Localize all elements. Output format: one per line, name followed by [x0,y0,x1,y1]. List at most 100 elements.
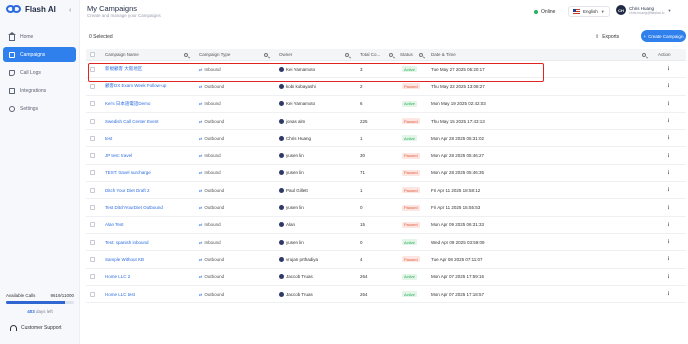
row-checkbox[interactable] [90,130,95,146]
row-actions-menu[interactable]: ⋮ [666,217,676,233]
campaign-type-label: Outbound [204,118,225,124]
row-actions-menu[interactable]: ⋮ [666,78,676,94]
column-label: Status [400,52,413,57]
row-actions-menu[interactable]: ⋮ [666,130,676,146]
owner-avatar [279,291,284,297]
row-checkbox[interactable] [90,234,95,250]
kebab-menu-icon: ⋮ [666,204,671,211]
campaign-name-link[interactable]: Kei's 日本語電話Demo [105,96,197,112]
kebab-menu-icon: ⋮ [666,152,671,159]
campaign-type-label: Inbound [204,153,221,159]
date-time: Fri Apr 11 2025 15:55:53 [431,205,481,211]
row-actions-menu[interactable]: ⋮ [666,61,676,77]
owner-avatar [279,274,284,280]
campaign-type-label: Inbound [204,239,221,245]
sidebar-item-settings[interactable]: Settings [3,101,76,116]
table-row[interactable]: Kei's 日本語電話Demo ⇄ Inbound Kei Yamamoto 6 Acti… [86,96,686,113]
brand-logo[interactable]: Flash AI [6,4,56,14]
table-row[interactable]: Sample Without KB ⇄ Outbound vrujan prthadi… [86,251,686,269]
kebab-menu-icon: ⋮ [666,256,671,263]
selected-count: 0 Selected [89,34,113,40]
campaign-name-link[interactable]: Test: spanish inbound [105,234,197,250]
campaign-name-link[interactable]: Home LLC 2 [105,269,197,285]
column-header-owner: Owner [279,49,339,60]
campaign-name-link[interactable]: TEST: travel surcharge [105,165,197,181]
table-row[interactable]: Ditch Your Diet Draft 2 ⇄ Outbound Paul Gil… [86,182,686,200]
call-direction-icon: ⇄ [199,66,203,72]
table-row[interactable]: 新規顧客 大阪地区 ⇄ Inbound Kei Yamamoto 3 Active Tue … [86,61,686,79]
sidebar-item-integrations[interactable]: Integrations [3,83,76,98]
table-row[interactable]: TEST: travel surcharge ⇄ Inbound yusen lin 7… [86,165,686,183]
status-label: Active [402,66,417,73]
table-row[interactable]: Test DitchYourDiet Outbound ⇄ Outbound yuse… [86,199,686,217]
owner-avatar [279,256,284,262]
status-label: Active [402,100,417,107]
owner-avatar [279,153,284,159]
language-select[interactable]: English ▼ [568,6,610,17]
row-checkbox[interactable] [90,78,95,94]
collapse-sidebar-icon[interactable]: ‹ [69,7,71,14]
row-checkbox[interactable] [90,147,95,163]
row-actions-menu[interactable]: ⋮ [666,234,676,250]
sidebar-item-home[interactable]: Home [3,29,76,44]
exports-button[interactable]: ⇪ Exports [595,31,619,42]
campaign-name-link[interactable]: 新規顧客 大阪地区 [105,61,197,77]
row-actions-menu[interactable]: ⋮ [666,147,676,163]
sidebar-item-call-logs[interactable]: Call Logs [3,65,76,80]
select-all-checkbox[interactable] [90,49,95,60]
row-actions-menu[interactable]: ⋮ [666,269,676,285]
create-campaign-button[interactable]: + Create Campaign [641,30,686,42]
table-row[interactable]: Home LLC 2 ⇄ Outbound Jaccob Truas 264 Active… [86,269,686,286]
owner-name: Jaccob Truas [286,274,313,280]
campaign-name-link[interactable]: test [105,130,197,146]
campaign-name-link[interactable]: 顧客DX Exam Week Follow-up [105,78,197,94]
row-actions-menu[interactable]: ⋮ [666,251,676,267]
campaign-name-link[interactable]: JP test: travel [105,147,197,163]
table-row[interactable]: Alan Test ⇄ Inbound Alan 15 Paused Mon Apr 09 … [86,217,686,234]
campaign-name-link[interactable]: Sample Without KB [105,251,197,267]
row-checkbox[interactable] [90,165,95,181]
campaign-name-link[interactable]: Alan Test [105,217,197,233]
call-direction-icon: ⇄ [199,256,203,262]
row-actions-menu[interactable]: ⋮ [666,199,676,215]
table-row[interactable]: test ⇄ Outbound Chris Huang 1 Active Mon Apr 2… [86,130,686,148]
campaign-type-label: Outbound [204,135,225,141]
status-label: Active [402,273,417,280]
sidebar-item-campaigns[interactable]: Campaigns [3,47,76,62]
table-row[interactable]: Swedish Call Center Event ⇄ Outbound jonas … [86,113,686,131]
row-checkbox[interactable] [90,286,95,302]
row-checkbox[interactable] [90,251,95,267]
row-checkbox[interactable] [90,199,95,215]
owner: Chris Huang [279,130,354,146]
row-actions-menu[interactable]: ⋮ [666,96,676,112]
row-checkbox[interactable] [90,217,95,233]
campaign-type: ⇄ Inbound [199,165,269,181]
owner: Jaccob Truas [279,286,354,302]
table-row[interactable]: Home LLC test ⇄ Outbound Jaccob Truas 264 Act… [86,286,686,304]
table-row[interactable]: 顧客DX Exam Week Follow-up ⇄ Outbound kobi ko… [86,78,686,96]
campaign-name-link[interactable]: Ditch Your Diet Draft 2 [105,182,197,198]
row-checkbox[interactable] [90,96,95,112]
user-menu[interactable]: CH Chris Huang chris.huang@flashai.io ▼ [616,5,671,15]
row-checkbox[interactable] [90,269,95,285]
campaign-type-label: Outbound [204,256,225,262]
status-badge: Active [402,234,428,250]
row-actions-menu[interactable]: ⋮ [666,182,676,198]
date-time: Mon Apr 28 2025 05:46:27 [431,153,485,159]
customer-support-link[interactable]: Customer Support [10,325,62,331]
status-badge: Paused [402,217,428,233]
row-actions-menu[interactable]: ⋮ [666,286,676,302]
campaign-name-link[interactable]: Test DitchYourDiet Outbound [105,199,197,215]
row-actions-menu[interactable]: ⋮ [666,165,676,181]
owner: Paul Gillett [279,182,354,198]
row-checkbox[interactable] [90,61,95,77]
row-checkbox[interactable] [90,182,95,198]
status-badge: Paused [402,199,428,215]
status-badge: Paused [402,182,428,198]
row-actions-menu[interactable]: ⋮ [666,113,676,129]
row-checkbox[interactable] [90,113,95,129]
campaign-name-link[interactable]: Home LLC test [105,286,197,302]
table-row[interactable]: Test: spanish inbound ⇄ Inbound yusen lin 0 A… [86,234,686,252]
table-row[interactable]: JP test: travel ⇄ Inbound yusen lin 30 Paused… [86,147,686,165]
campaign-name-link[interactable]: Swedish Call Center Event [105,113,197,129]
